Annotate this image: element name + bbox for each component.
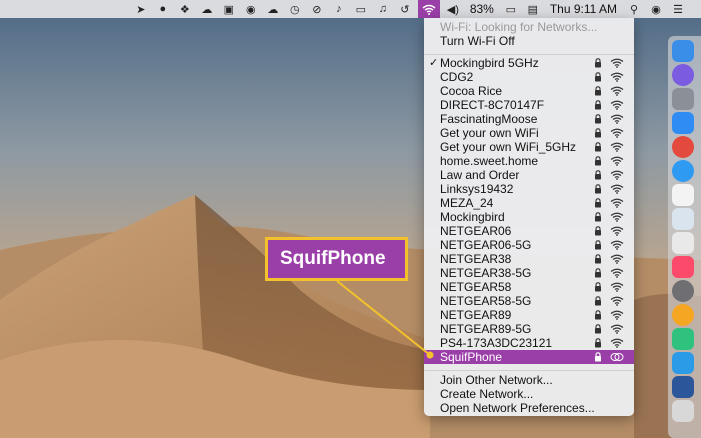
callout-label: SquifPhone xyxy=(265,237,408,281)
callout-pointer-line xyxy=(336,280,434,359)
